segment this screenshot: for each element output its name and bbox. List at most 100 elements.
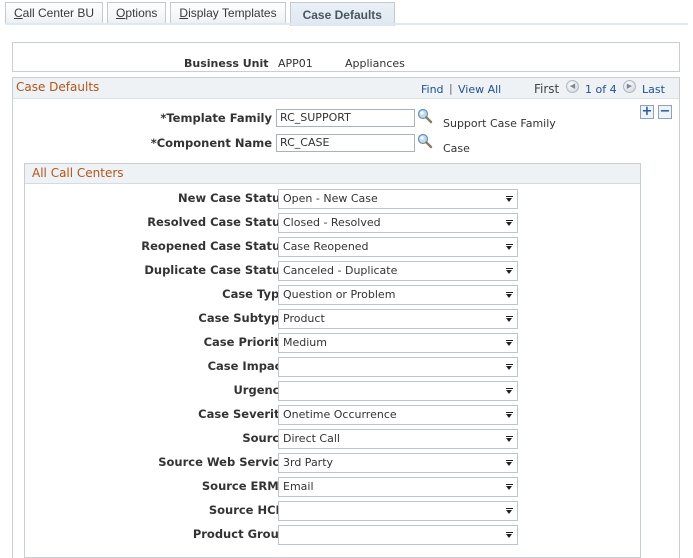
field-row-case-subtype: Case Subtype Product bbox=[25, 309, 642, 329]
dropdown-value: Open - New Case bbox=[283, 192, 378, 205]
new-case-status-dropdown[interactable]: Open - New Case bbox=[278, 189, 518, 209]
component-name-input[interactable]: RC_CASE bbox=[276, 134, 415, 152]
dropdown-arrow-icon[interactable] bbox=[505, 412, 513, 418]
case-defaults-scroll-area: Case Defaults Find | View All First ◀ 1 … bbox=[12, 77, 680, 558]
dropdown-arrow-icon[interactable] bbox=[505, 292, 513, 298]
dropdown-value: Onetime Occurrence bbox=[283, 408, 397, 421]
dropdown-arrow-icon[interactable] bbox=[505, 460, 513, 466]
reopened-case-status-dropdown[interactable]: Case Reopened bbox=[278, 237, 518, 257]
dropdown-arrow-icon[interactable] bbox=[505, 508, 513, 514]
view-all-link[interactable]: View All bbox=[458, 83, 501, 96]
product-group-dropdown[interactable] bbox=[278, 525, 518, 545]
all-call-centers-title: All Call Centers bbox=[32, 166, 124, 180]
dropdown-arrow-icon[interactable] bbox=[505, 316, 513, 322]
template-family-lookup-icon[interactable] bbox=[417, 108, 433, 124]
field-row-urgency: Urgency bbox=[25, 381, 642, 401]
case-defaults-header: Case Defaults Find | View All First ◀ 1 … bbox=[13, 78, 679, 99]
component-name-label: *Component Name bbox=[150, 136, 272, 150]
business-unit-description: Appliances bbox=[345, 57, 405, 70]
case-priority-dropdown[interactable]: Medium bbox=[278, 333, 518, 353]
source-hcm-dropdown[interactable] bbox=[278, 501, 518, 521]
dropdown-arrow-icon[interactable] bbox=[505, 436, 513, 442]
field-row-source: Source Direct Call bbox=[25, 429, 642, 449]
dropdown-arrow-icon[interactable] bbox=[505, 268, 513, 274]
source-hcm-label: Source HCM bbox=[208, 503, 287, 517]
field-row-reopened-case-status: Reopened Case Status Case Reopened bbox=[25, 237, 642, 257]
next-arrow-icon[interactable]: ▶ bbox=[623, 80, 636, 93]
dropdown-value: Canceled - Duplicate bbox=[283, 264, 398, 277]
add-row-button[interactable]: + bbox=[640, 105, 654, 119]
last-link[interactable]: Last bbox=[642, 83, 665, 96]
case-impact-dropdown[interactable] bbox=[278, 357, 518, 377]
dropdown-arrow-icon[interactable] bbox=[505, 484, 513, 490]
field-row-source-web-service: Source Web Service 3rd Party bbox=[25, 453, 642, 473]
source-dropdown[interactable]: Direct Call bbox=[278, 429, 518, 449]
field-row-source-erms: Source ERMS Email bbox=[25, 477, 642, 497]
tab-bar: Call Center BU Options Display Templates… bbox=[5, 2, 399, 26]
tab-accesskey: D bbox=[179, 6, 189, 20]
business-unit-value: APP01 bbox=[278, 57, 313, 70]
case-priority-label: Case Priority bbox=[203, 335, 287, 349]
field-row-resolved-case-status: Resolved Case Status Closed - Resolved bbox=[25, 213, 642, 233]
case-severity-label: Case Severity bbox=[198, 407, 287, 421]
field-row-case-severity: Case Severity Onetime Occurrence bbox=[25, 405, 642, 425]
dropdown-arrow-icon[interactable] bbox=[505, 220, 513, 226]
dropdown-value: Product bbox=[283, 312, 325, 325]
dropdown-value: Case Reopened bbox=[283, 240, 369, 253]
resolved-case-status-label: Resolved Case Status bbox=[147, 215, 287, 229]
tab-label: all Center BU bbox=[22, 6, 95, 20]
tab-label: Case Defaults bbox=[302, 8, 382, 22]
case-subtype-dropdown[interactable]: Product bbox=[278, 309, 518, 329]
field-row-duplicate-case-status: Duplicate Case Status Canceled - Duplica… bbox=[25, 261, 642, 281]
field-row-source-hcm: Source HCM bbox=[25, 501, 642, 521]
template-family-description: Support Case Family bbox=[443, 117, 556, 130]
delete-row-button[interactable]: − bbox=[658, 105, 672, 119]
source-web-service-dropdown[interactable]: 3rd Party bbox=[278, 453, 518, 473]
previous-arrow-icon[interactable]: ◀ bbox=[566, 80, 579, 93]
template-family-input[interactable]: RC_SUPPORT bbox=[276, 109, 415, 127]
product-group-label: Product Group bbox=[192, 527, 287, 541]
nav-separator: | bbox=[449, 82, 453, 95]
case-severity-dropdown[interactable]: Onetime Occurrence bbox=[278, 405, 518, 425]
field-row-case-impact: Case Impact bbox=[25, 357, 642, 377]
business-unit-label: Business Unit bbox=[184, 57, 269, 70]
first-label: First bbox=[534, 82, 560, 96]
all-call-centers-header: All Call Centers bbox=[25, 164, 640, 184]
dropdown-arrow-icon[interactable] bbox=[505, 532, 513, 538]
component-name-description: Case bbox=[443, 142, 470, 155]
dropdown-value: Closed - Resolved bbox=[283, 216, 381, 229]
field-row-case-type: Case Type Question or Problem bbox=[25, 285, 642, 305]
dropdown-value: Direct Call bbox=[283, 432, 340, 445]
resolved-case-status-dropdown[interactable]: Closed - Resolved bbox=[278, 213, 518, 233]
duplicate-case-status-label: Duplicate Case Status bbox=[144, 263, 287, 277]
reopened-case-status-label: Reopened Case Status bbox=[141, 239, 287, 253]
row-position: 1 of 4 bbox=[585, 83, 617, 96]
urgency-dropdown[interactable] bbox=[278, 381, 518, 401]
source-erms-label: Source ERMS bbox=[201, 479, 287, 493]
duplicate-case-status-dropdown[interactable]: Canceled - Duplicate bbox=[278, 261, 518, 281]
find-link[interactable]: Find bbox=[421, 83, 444, 96]
business-unit-panel: Business Unit APP01 Appliances bbox=[12, 42, 680, 72]
dropdown-value: Email bbox=[283, 480, 314, 493]
dropdown-arrow-icon[interactable] bbox=[505, 340, 513, 346]
dropdown-value: Medium bbox=[283, 336, 327, 349]
dropdown-value: Question or Problem bbox=[283, 288, 396, 301]
dropdown-arrow-icon[interactable] bbox=[505, 388, 513, 394]
tab-display-templates[interactable]: Display Templates bbox=[170, 2, 286, 23]
source-erms-dropdown[interactable]: Email bbox=[278, 477, 518, 497]
dropdown-arrow-icon[interactable] bbox=[505, 244, 513, 250]
source-web-service-label: Source Web Service bbox=[158, 455, 287, 469]
tab-accesskey: C bbox=[14, 6, 23, 20]
tab-label: isplay Templates bbox=[188, 6, 277, 20]
tab-accesskey: O bbox=[116, 6, 126, 20]
case-type-dropdown[interactable]: Question or Problem bbox=[278, 285, 518, 305]
component-name-lookup-icon[interactable] bbox=[417, 133, 433, 149]
case-subtype-label: Case Subtype bbox=[198, 311, 287, 325]
tab-options[interactable]: Options bbox=[107, 2, 167, 23]
dropdown-arrow-icon[interactable] bbox=[505, 364, 513, 370]
tab-call-center-bu[interactable]: Call Center BU bbox=[5, 2, 104, 23]
field-row-product-group: Product Group bbox=[25, 525, 642, 545]
dropdown-arrow-icon[interactable] bbox=[505, 196, 513, 202]
field-row-case-priority: Case Priority Medium bbox=[25, 333, 642, 353]
case-impact-label: Case Impact bbox=[207, 359, 287, 373]
